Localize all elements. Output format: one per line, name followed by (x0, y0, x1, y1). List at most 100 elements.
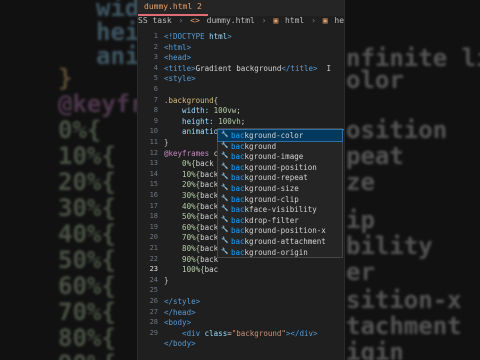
editor-tab[interactable]: dummy.html 2 (138, 0, 344, 16)
code-line[interactable]: <!DOCTYPE html> (164, 32, 232, 41)
code-token: back (200, 222, 219, 232)
suggestion-item[interactable]: 🔧 background-clip (218, 194, 342, 205)
code-line[interactable]: } (164, 276, 169, 285)
line-number: 23 (149, 265, 158, 274)
code-token: <style> (164, 74, 196, 84)
tab-filename[interactable]: dummy.html (144, 2, 192, 11)
line-number: 11 (149, 138, 158, 146)
code-line[interactable]: width: 100vw; (164, 106, 241, 115)
breadcrumb-item[interactable]: html (285, 16, 304, 25)
code-line[interactable]: <title>Gradient background</title> I (164, 64, 331, 73)
wrench-icon: 🔧 (221, 162, 229, 170)
code-line[interactable]: } (164, 138, 169, 147)
code-token: "background" (231, 328, 286, 338)
line-number: 5 (153, 74, 158, 83)
code-token: 90%{ (164, 254, 201, 264)
code-line[interactable]: .background{ (164, 96, 218, 105)
code-token: 60%{ (164, 222, 201, 232)
line-number: 7 (153, 95, 158, 104)
suggestion-item[interactable]: 🔧 background-image (218, 151, 342, 162)
line-number: 19 (149, 222, 158, 231)
wrench-icon: 🔧 (221, 247, 229, 255)
code-line[interactable]: 10%{back (164, 170, 218, 179)
line-number: 28 (149, 318, 158, 327)
suggestion-item[interactable]: 🔧 background-attachment (218, 236, 342, 247)
wrench-icon: 🔧 (221, 152, 229, 160)
line-number: 2 (153, 42, 158, 51)
code-token: </head> (164, 307, 196, 317)
suggestion-item[interactable]: 🔧 backface-visibility (218, 204, 342, 215)
code-token: 30%{ (164, 191, 201, 200)
wrench-icon: 🔧 (221, 131, 229, 138)
suggestion-item[interactable]: 🔧 background-color (217, 129, 343, 142)
chevron-right-icon: › (178, 16, 184, 25)
wrench-icon: 🔧 (221, 173, 229, 181)
line-number: 17 (149, 201, 158, 210)
code-line[interactable]: 50%{back (164, 212, 218, 221)
line-number: 27 (149, 307, 158, 316)
code-line[interactable]: <body> (164, 318, 191, 327)
code-token: back (200, 180, 219, 190)
line-number: 15 (149, 180, 158, 189)
code-line[interactable]: 90%{back (164, 255, 218, 264)
code-token: back (200, 169, 219, 179)
code-token: html (209, 32, 228, 41)
code-token: </title> (281, 63, 318, 73)
suggestion-item[interactable]: 🔧 backdrop-filter (218, 215, 342, 226)
code-token: } (164, 275, 169, 285)
code-line[interactable]: </style> (164, 297, 200, 306)
code-token: 100vw (213, 106, 237, 116)
code-line[interactable]: 30%{back (164, 191, 218, 200)
code-line[interactable]: @keyframes c (164, 149, 218, 158)
suggestion-label: background-image (231, 152, 304, 162)
code-token: 10%{ (164, 169, 201, 179)
suggestion-label: backface-visibility (231, 205, 317, 215)
line-number: 24 (149, 275, 158, 284)
suggestion-label: background-position (231, 162, 317, 172)
line-number: 26 (149, 297, 158, 305)
code-token: @keyframes (164, 148, 214, 158)
code-line[interactable]: </body> (164, 339, 196, 348)
code-line[interactable]: <html> (164, 43, 191, 52)
code-line[interactable]: </head> (164, 308, 196, 317)
code-token: 100%{ (164, 265, 205, 275)
code-line[interactable]: height: 100vh; (164, 117, 245, 126)
tab-label[interactable]: dummy.html 2 (144, 2, 202, 11)
code-line[interactable]: 60%{back (164, 223, 218, 232)
breadcrumb-item[interactable]: SS task (138, 16, 172, 25)
wrench-icon: 🔧 (221, 215, 229, 223)
code-line[interactable]: <div class="background"></div> (164, 328, 317, 338)
breadcrumb-item[interactable]: dummy.html (207, 16, 255, 25)
code-token: back (200, 212, 219, 222)
code-line[interactable]: <head> (164, 53, 191, 62)
code-token: > (227, 32, 232, 41)
wrench-icon: 🔧 (221, 237, 229, 244)
code-line[interactable]: 80%{back (164, 244, 218, 253)
code-token: width: (164, 106, 214, 116)
code-line[interactable]: 40%{back (164, 202, 218, 211)
html-file-icon: <> (190, 16, 200, 25)
code-line[interactable]: <style> (164, 74, 196, 83)
suggestion-item[interactable]: 🔧 background (218, 141, 342, 152)
suggestion-item[interactable]: 🔧 background-size (218, 183, 342, 194)
code-line[interactable]: 100%{bac (164, 265, 218, 274)
breadcrumb-item[interactable]: head (334, 16, 344, 25)
suggestion-item[interactable]: 🔧 background-repeat (218, 172, 342, 183)
chevron-right-icon: › (311, 16, 316, 25)
line-number: 18 (149, 212, 158, 221)
code-line[interactable]: 0%{back (164, 159, 214, 168)
suggestion-item[interactable]: 🔧 background-position (218, 162, 342, 173)
code-token: back (195, 159, 214, 169)
line-number: 20 (149, 233, 158, 242)
wrench-icon: 🔧 (221, 226, 229, 234)
code-token: { (213, 95, 219, 105)
suggestion-item[interactable]: 🔧 background-origin (218, 247, 342, 258)
tab-badge: 2 (197, 2, 202, 11)
suggestion-item[interactable]: 🔧 background-position-x (218, 225, 342, 236)
code-line[interactable]: 20%{back (164, 180, 218, 189)
code-line[interactable]: 70%{back (164, 233, 218, 242)
element-icon: ▣ (273, 16, 279, 25)
code-token: ; (240, 116, 246, 126)
element-icon: ▣ (322, 16, 328, 25)
autocomplete-suggestions[interactable]: 🔧 background-color 🔧 background 🔧 background-… (217, 128, 343, 258)
